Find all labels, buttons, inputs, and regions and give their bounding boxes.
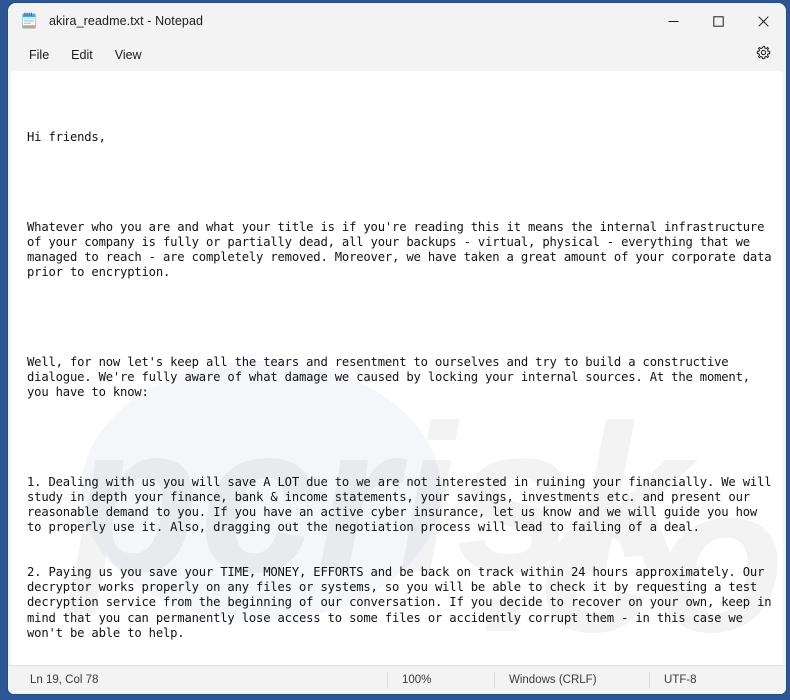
text-line: 2. Paying us you save your TIME, MONEY, … [27,565,779,640]
menu-item-view[interactable]: View [104,44,153,66]
window-title: akira_readme.txt - Notepad [49,14,204,28]
desktop-background: akira_readme.txt - Notepad File Edit Vie… [0,0,790,700]
text-line: Hi friends, [27,130,106,145]
zoom-level-status[interactable]: 100% [387,672,494,688]
settings-button[interactable] [750,42,776,68]
line-ending-status[interactable]: Windows (CRLF) [494,672,649,688]
encoding-status[interactable]: UTF-8 [649,672,786,688]
status-bar: Ln 19, Col 78 100% Windows (CRLF) UTF-8 [8,665,786,694]
maximize-button[interactable] [696,3,741,39]
gear-icon [756,45,771,65]
cursor-position-status: Ln 19, Col 78 [30,674,99,686]
window-controls [651,3,786,39]
text-line: Whatever who you are and what your title… [27,220,779,280]
text-line: 1. Dealing with us you will save A LOT d… [27,475,779,535]
title-bar[interactable]: akira_readme.txt - Notepad [8,3,786,39]
minimize-button[interactable] [651,3,696,39]
close-button[interactable] [741,3,786,39]
document-text[interactable]: Hi friends, Whatever who you are and wha… [11,71,783,665]
menu-bar: File Edit View [8,39,786,71]
menu-item-file[interactable]: File [18,44,60,66]
text-editor-area[interactable]: pcrisk .com Hi friends, Whatever who you… [11,71,783,665]
menu-item-edit[interactable]: Edit [60,44,104,66]
text-line: Well, for now let's keep all the tears a… [27,355,758,400]
text-line-blank [27,430,775,445]
text-line-blank [27,175,775,190]
text-line-blank [27,310,775,325]
notepad-icon [20,12,38,30]
notepad-window: akira_readme.txt - Notepad File Edit Vie… [8,3,786,694]
